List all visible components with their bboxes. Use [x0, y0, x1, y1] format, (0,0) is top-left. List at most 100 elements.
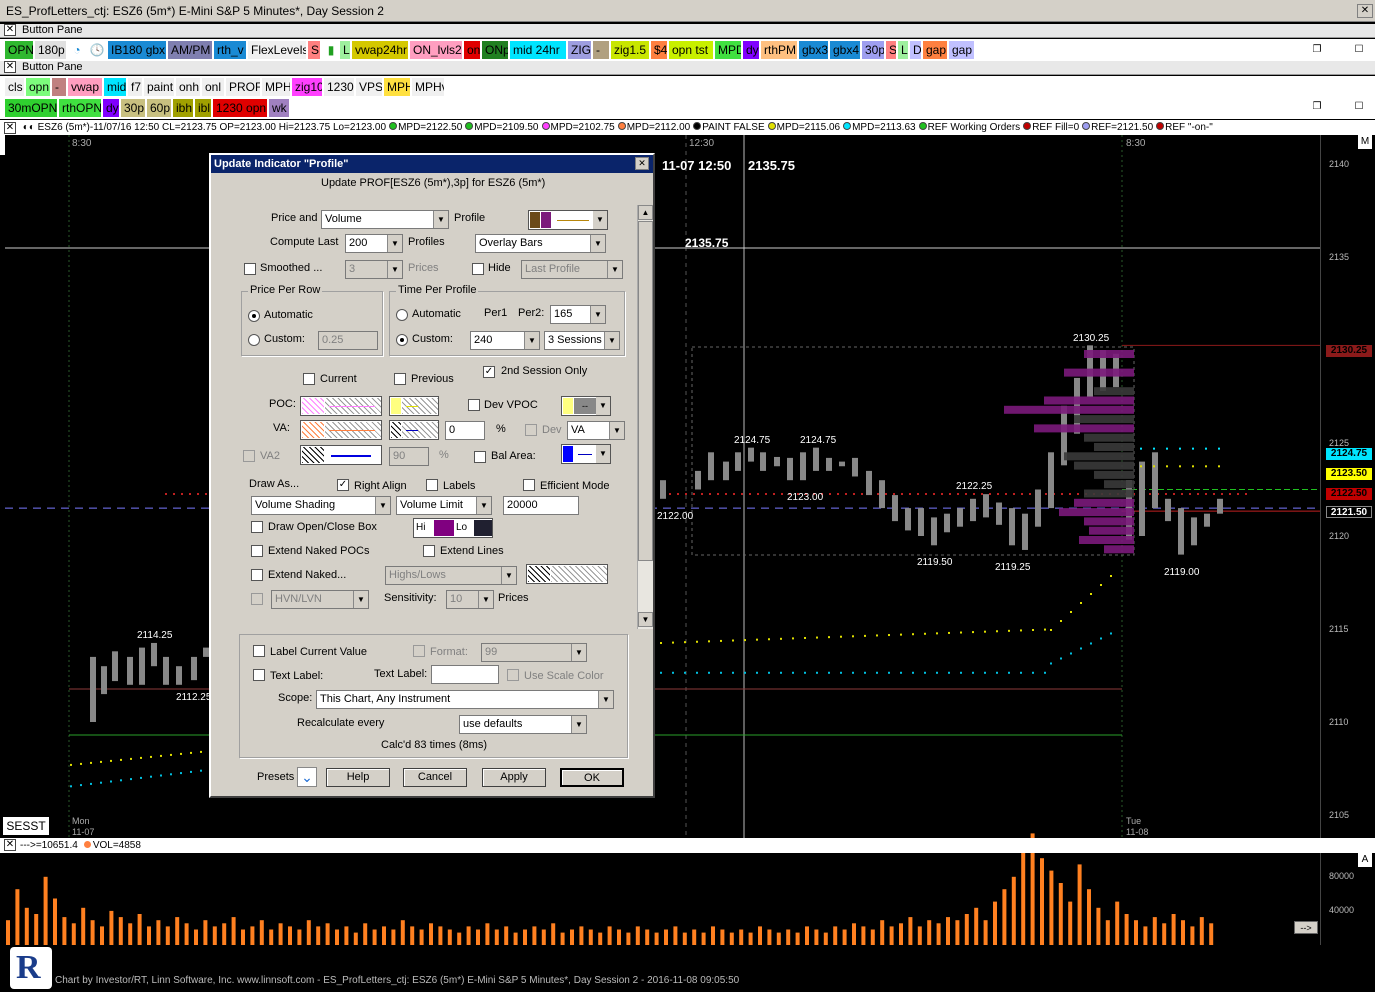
open-close-style[interactable]: Hi Lo [413, 518, 493, 538]
time-per-profile-group: Time Per Profile Automatic Per1 Per2: 16… [389, 284, 625, 356]
va2-percent-input[interactable]: 90 [389, 447, 429, 466]
text-label-checkbox[interactable] [253, 669, 265, 681]
date-label-tue: 11-08 [1126, 827, 1149, 837]
smoothed-checkbox[interactable] [244, 263, 256, 275]
time-label-830-right: 8:30 [1126, 138, 1146, 149]
volume-value-label: --->=10651.4 [20, 840, 78, 851]
extend-naked-style[interactable] [526, 564, 608, 584]
dev-select[interactable]: VA ▼ [567, 421, 625, 440]
right-align-checkbox[interactable]: ✓ [337, 479, 349, 491]
apply-button[interactable]: Apply [482, 768, 546, 787]
dev-vpoc-style[interactable]: -- ▼ [561, 396, 611, 416]
dialog-scrollbar[interactable]: ▲ ▼ [637, 205, 653, 629]
format-select[interactable]: 99 ▼ [481, 643, 587, 662]
time-per-profile-label: Time Per Profile [396, 284, 479, 296]
dev-checkbox[interactable] [525, 424, 537, 436]
volume-axis-mode-button[interactable]: A [1358, 853, 1372, 867]
va-percent-input[interactable]: 0 [445, 421, 485, 440]
price-annotation: 2112.25 [176, 692, 212, 703]
volume-pane-header: ✕ --->=10651.4 VOL=4858 [0, 838, 1375, 853]
scroll-down-icon[interactable]: ▼ [638, 612, 653, 627]
dialog-close-button[interactable]: ✕ [635, 157, 649, 170]
va2-style[interactable] [300, 445, 382, 465]
smoothed-select[interactable]: 3 ▼ [345, 260, 403, 279]
scroll-right-button[interactable]: --> [1294, 921, 1318, 934]
close-volume-pane-icon[interactable]: ✕ [4, 839, 16, 851]
extend-naked-pocs-checkbox[interactable] [251, 545, 263, 557]
hide-label: Hide [488, 262, 511, 274]
footer-area: R Chart by Investor/RT, Linn Software, I… [0, 945, 1375, 992]
ppr-custom-radio[interactable] [248, 334, 260, 346]
hide-select[interactable]: Last Profile ▼ [521, 260, 623, 279]
text-label-label-2: Text Label: [374, 668, 428, 680]
compute-last-select[interactable]: 200 ▼ [345, 234, 403, 253]
per2-select[interactable]: 165 ▼ [550, 305, 606, 324]
extend-lines-checkbox[interactable] [423, 545, 435, 557]
tpp-automatic-label: Automatic [412, 308, 461, 320]
volume-limit-select[interactable]: Volume Limit ▼ [396, 496, 492, 515]
price-tag: 2121.50 [1326, 506, 1372, 518]
current-checkbox[interactable] [303, 373, 315, 385]
dialog-title: Update Indicator "Profile" [211, 155, 653, 173]
limit-input[interactable]: 20000 [503, 496, 579, 515]
help-button[interactable]: Help [326, 768, 390, 787]
va-percent-label: % [496, 423, 506, 435]
labels-checkbox[interactable] [426, 479, 438, 491]
sesst-button[interactable]: SESST [3, 817, 49, 835]
price-tag: 2122.50 [1326, 488, 1372, 500]
draw-as-select[interactable]: Volume Shading ▼ [251, 496, 391, 515]
scope-select[interactable]: This Chart, Any Instrument ▼ [316, 690, 614, 709]
hvn-lvn-select[interactable]: HVN/LVN ▼ [271, 590, 369, 609]
dev-vpoc-checkbox[interactable] [468, 399, 480, 411]
sensitivity-prices-label: Prices [498, 592, 529, 604]
highs-lows-select[interactable]: Highs/Lows ▼ [385, 566, 517, 585]
tpp-automatic-radio[interactable] [396, 309, 408, 321]
ppr-custom-input[interactable]: 0.25 [318, 331, 378, 350]
price-annotation: 2122.25 [956, 481, 993, 492]
label-current-value-checkbox[interactable] [253, 645, 265, 657]
axis-mode-button[interactable]: M [1358, 135, 1372, 149]
previous-checkbox[interactable] [394, 373, 406, 385]
efficient-mode-checkbox[interactable] [523, 479, 535, 491]
ppr-automatic-radio[interactable] [248, 310, 260, 322]
va-current-style[interactable] [300, 420, 382, 440]
bal-area-checkbox[interactable] [474, 451, 486, 463]
extend-naked-checkbox[interactable] [251, 569, 263, 581]
presets-chevron-icon[interactable]: ⌄ [297, 767, 317, 787]
ok-button[interactable]: OK [560, 768, 624, 787]
format-checkbox[interactable] [413, 645, 425, 657]
tpp-custom-label: Custom: [412, 333, 453, 345]
price-axis[interactable]: M 2140 2135 2130 2125 2120 2115 2110 210… [1320, 135, 1375, 838]
profiles-select[interactable]: Overlay Bars ▼ [475, 234, 606, 253]
va-previous-style[interactable] [389, 420, 439, 440]
tpp-custom-radio[interactable] [396, 334, 408, 346]
use-scale-color-checkbox[interactable] [507, 669, 519, 681]
hvn-lvn-checkbox[interactable] [251, 593, 263, 605]
scroll-thumb[interactable] [638, 221, 653, 561]
va-label: VA: [273, 422, 290, 434]
update-indicator-dialog: Update Indicator "Profile" ✕ Update PROF… [209, 153, 655, 798]
draw-open-close-checkbox[interactable] [251, 521, 263, 533]
bal-area-style[interactable]: ▼ [561, 444, 611, 464]
price-and-select[interactable]: Volume ▼ [321, 210, 449, 229]
sessions-select[interactable]: 3 Sessions ▼ [544, 331, 620, 350]
hide-checkbox[interactable] [472, 263, 484, 275]
cancel-button[interactable]: Cancel [403, 768, 467, 787]
sensitivity-select[interactable]: 10 ▼ [446, 590, 494, 609]
profile-label: Profile [454, 212, 486, 224]
poc-current-style[interactable] [300, 396, 382, 416]
poc-previous-style[interactable] [389, 396, 439, 416]
profile-color-picker[interactable]: ▼ [528, 210, 608, 230]
second-session-checkbox[interactable]: ✓ [483, 366, 495, 378]
va2-checkbox[interactable] [243, 450, 255, 462]
volume-axis[interactable]: A 80000 40000 [1320, 853, 1375, 945]
text-label-input[interactable] [431, 665, 499, 684]
per2-label: Per2: [518, 307, 545, 319]
recalculate-select[interactable]: use defaults ▼ [459, 715, 587, 734]
y-tick: 2135 [1329, 252, 1350, 262]
scroll-up-icon[interactable]: ▲ [638, 205, 653, 220]
label-current-value-label: Label Current Value [270, 646, 368, 658]
price-annotation: 2122.00 [657, 511, 694, 522]
crosshair-price-label: 2135.75 [748, 158, 795, 173]
tpp-custom-select[interactable]: 240 ▼ [470, 331, 540, 350]
